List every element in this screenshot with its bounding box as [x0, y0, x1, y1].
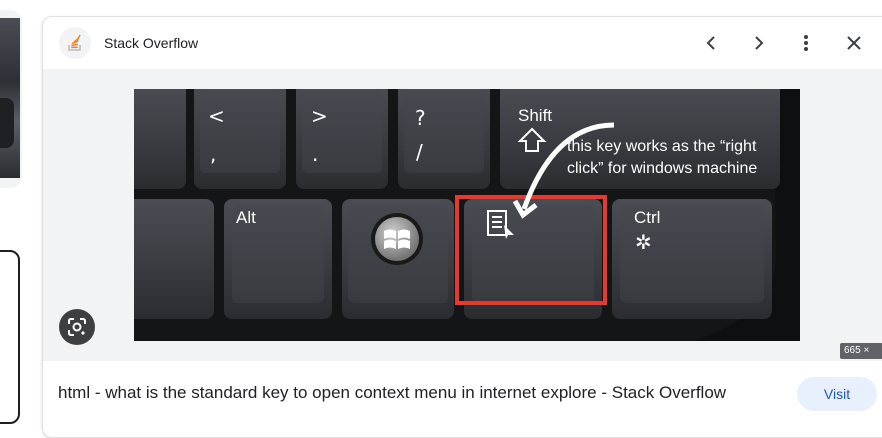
- result-page-title[interactable]: html - what is the standard key to open …: [58, 383, 726, 403]
- key-label: .: [312, 142, 318, 166]
- svg-text:✲: ✲: [635, 230, 652, 254]
- key-label: Ctrl: [634, 208, 660, 227]
- image-caption-line-1: this key works as the “right: [567, 138, 757, 155]
- image-caption-line-2: click” for windows machine: [567, 160, 757, 177]
- preview-image-area: ✲ < , > . ? / Shift Alt Ctrl this key wo…: [43, 69, 882, 372]
- image-dimensions-badge: 665 × 25: [840, 343, 882, 372]
- preview-header: Stack Overflow: [43, 17, 882, 69]
- result-thumbnail[interactable]: [0, 250, 20, 424]
- key-label: ,: [210, 142, 216, 166]
- key-label: >: [311, 104, 328, 128]
- chevron-left-icon[interactable]: [699, 31, 723, 55]
- source-site-name[interactable]: Stack Overflow: [104, 35, 198, 51]
- results-grid-edge: [0, 0, 34, 424]
- key-label: <: [208, 104, 225, 128]
- key-label: Alt: [236, 208, 256, 227]
- more-vert-icon[interactable]: [794, 31, 818, 55]
- stack-overflow-icon: [59, 27, 91, 59]
- chevron-right-icon[interactable]: [747, 31, 771, 55]
- keyboard-image[interactable]: ✲ < , > . ? / Shift Alt Ctrl this key wo…: [134, 89, 800, 341]
- close-icon[interactable]: [842, 31, 866, 55]
- image-preview-panel: Stack Overflow ✲ < , > . ? / Shift Alt C…: [42, 16, 882, 438]
- result-thumbnail[interactable]: [0, 10, 22, 188]
- google-lens-icon[interactable]: [59, 309, 95, 345]
- key-label: /: [416, 140, 423, 164]
- key-label: ?: [415, 106, 426, 130]
- key-label: Shift: [518, 106, 552, 125]
- visit-button[interactable]: Visit: [797, 377, 877, 411]
